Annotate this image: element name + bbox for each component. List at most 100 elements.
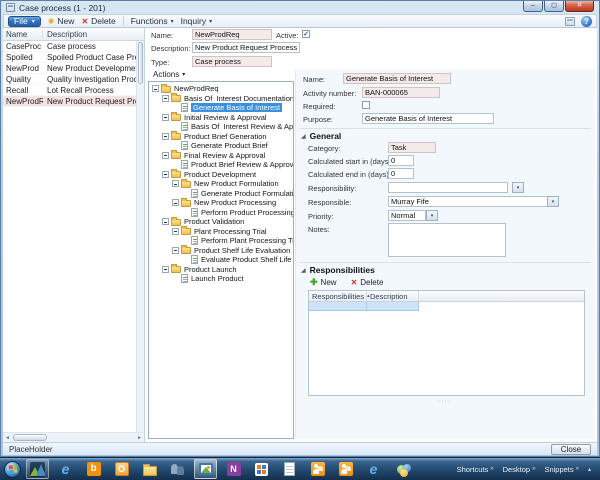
tree-item[interactable]: Product Brief Generation [149, 131, 293, 142]
tree-expander-icon[interactable] [162, 151, 169, 159]
scrollbar-thumb[interactable] [138, 42, 143, 84]
responsible-combo[interactable]: Murray Fife [388, 196, 548, 207]
table-row[interactable]: Spoiled Spoiled Product Case Process [3, 52, 144, 63]
empty-selected-row[interactable] [309, 302, 584, 311]
table-row[interactable]: NewProd New Product Developmet Process [3, 63, 144, 74]
taskbar-bing[interactable]: b [82, 459, 105, 479]
taskbar-document-app[interactable] [278, 459, 301, 479]
tree-item[interactable]: New Product Processing [149, 197, 293, 208]
taskbar-spheres-app[interactable] [390, 459, 413, 479]
taskbar-people-app-1[interactable] [306, 459, 329, 479]
responsibilities-new-button[interactable]: ✚ New [310, 277, 337, 288]
taskbar-explorer[interactable] [138, 459, 161, 479]
table-row[interactable]: CaseProc Case process [3, 41, 144, 52]
notes-textarea[interactable] [388, 223, 506, 257]
taskbar-dynamics-ax-app[interactable] [26, 459, 49, 479]
close-window-button[interactable]: ✕ [565, 1, 594, 12]
taskbar-internet-explorer[interactable]: e [54, 459, 77, 479]
taskbar-outlook[interactable]: O [110, 459, 133, 479]
priority-dropdown-button[interactable]: ▾ [426, 210, 438, 221]
help-icon[interactable]: ? [581, 15, 592, 27]
responsible-dropdown-button[interactable]: ▾ [547, 196, 559, 207]
category-field[interactable]: Task [388, 142, 436, 153]
responsibilities-delete-button[interactable]: ✕ Delete [351, 278, 384, 287]
tree-expander-icon[interactable] [162, 113, 169, 121]
type-field[interactable]: Case process [192, 56, 272, 67]
tree-item[interactable]: Product Development [149, 169, 293, 180]
tree-expander-icon[interactable] [162, 132, 169, 140]
delete-button[interactable]: ✕ Delete [81, 16, 115, 26]
minimize-button[interactable]: – [523, 1, 543, 12]
tree-item[interactable]: Generate Product Brief [149, 141, 293, 151]
tree-item[interactable]: New Product Formulation [149, 178, 293, 189]
tree-expander-icon[interactable] [172, 199, 179, 207]
description-input[interactable] [192, 42, 300, 53]
table-row-selected[interactable]: NewProdReq New Product Request Process [3, 96, 144, 107]
tree-item[interactable]: Product Launch [149, 264, 293, 275]
table-row[interactable]: Quality Quality Investigation Process [3, 74, 144, 85]
tree-item[interactable]: Plant Processing Trial [149, 226, 293, 237]
maximize-button[interactable]: ◻ [544, 1, 564, 12]
tray-expand-icon[interactable]: ▴ [588, 466, 591, 473]
activity-number-field[interactable]: BAN-000065 [362, 87, 440, 98]
close-button[interactable]: Close [551, 443, 591, 455]
tree-item[interactable]: Product Shelf Life Evaluation [149, 245, 293, 256]
tree-item[interactable]: Evaluate Product Shelf Life [149, 255, 293, 265]
detail-name-field[interactable]: Generate Basis of Interest [343, 73, 451, 84]
tree-item[interactable]: Basis Of Interest Review & Approval [149, 122, 293, 132]
grid-resize-handle[interactable]: ···· [438, 398, 451, 405]
file-menu-button[interactable]: File ▾ [8, 15, 41, 27]
tree-item[interactable]: Perform Product Processing Review [149, 207, 293, 218]
taskbar-image-app[interactable] [194, 459, 217, 479]
column-header-description[interactable]: Description [43, 30, 144, 39]
tree-expander-icon[interactable] [172, 227, 179, 235]
tree-item-selected[interactable]: Generate Basis of Interest [149, 103, 293, 113]
tray-shortcuts[interactable]: Shortcuts » [457, 465, 494, 474]
scroll-left-icon[interactable]: ◄ [3, 435, 12, 441]
tray-snippets[interactable]: Snippets » [544, 465, 579, 474]
tree-item[interactable]: Initial Review & Approval [149, 112, 293, 123]
calc-start-input[interactable] [388, 155, 414, 166]
tree-item[interactable]: NewProdReq [149, 83, 293, 94]
name-field[interactable]: NewProdReq [192, 29, 272, 40]
scrollbar-thumb[interactable] [13, 434, 47, 441]
tree-expander-icon[interactable] [162, 170, 169, 178]
tree-item[interactable]: Final Review & Approval [149, 150, 293, 161]
start-button[interactable] [4, 460, 21, 478]
scroll-right-icon[interactable]: ► [135, 435, 144, 441]
taskbar-contacts[interactable] [166, 459, 189, 479]
tree-item[interactable]: Product Brief Review & Approval [149, 160, 293, 170]
column-header-description[interactable]: Description [367, 291, 419, 301]
active-checkbox[interactable]: ✓ [302, 30, 310, 38]
tree-item[interactable]: Launch Product [149, 274, 293, 284]
tree-expander-icon[interactable] [172, 180, 179, 188]
tree-item[interactable]: Product Validation [149, 216, 293, 227]
horizontal-scrollbar[interactable]: ◄ ► [3, 432, 144, 442]
tree-expander-icon[interactable] [162, 265, 169, 273]
required-checkbox[interactable] [362, 101, 370, 109]
taskbar-people-app-2[interactable] [334, 459, 357, 479]
taskbar-internet-explorer-2[interactable]: e [362, 459, 385, 479]
priority-combo[interactable]: Normal [388, 210, 426, 221]
purpose-input[interactable] [362, 113, 494, 124]
tree-item[interactable]: Generate Product Formulation [149, 188, 293, 199]
inquiry-menu-button[interactable]: Inquiry ▾ [181, 16, 213, 26]
tray-desktop[interactable]: Desktop » [503, 465, 536, 474]
column-header-name[interactable]: Name [3, 29, 43, 39]
column-header-responsibilities[interactable]: Responsibilities ▴ [309, 291, 370, 301]
general-section-header[interactable]: ◢ General [301, 131, 341, 141]
responsibilities-section-header[interactable]: ◢ Responsibilities [301, 265, 375, 275]
functions-menu-button[interactable]: Functions ▾ [131, 16, 174, 26]
taskbar-onenote[interactable]: N [222, 459, 245, 479]
tree-expander-icon[interactable] [162, 218, 169, 226]
table-row[interactable]: Recall Lot Recall Process [3, 85, 144, 96]
tree-expander-icon[interactable] [162, 94, 169, 102]
tree-item[interactable]: Basis Of Interest Documentation [149, 93, 293, 104]
calc-end-input[interactable] [388, 168, 414, 179]
titlebar[interactable]: Case process (1 - 201) – ◻ ✕ [1, 1, 599, 14]
responsibility-dropdown-button[interactable]: ▾ [512, 182, 524, 193]
window-view-icon[interactable] [565, 16, 575, 26]
taskbar-grid-app[interactable] [250, 459, 273, 479]
tree-expander-icon[interactable] [152, 85, 159, 93]
tree-expander-icon[interactable] [172, 246, 179, 254]
